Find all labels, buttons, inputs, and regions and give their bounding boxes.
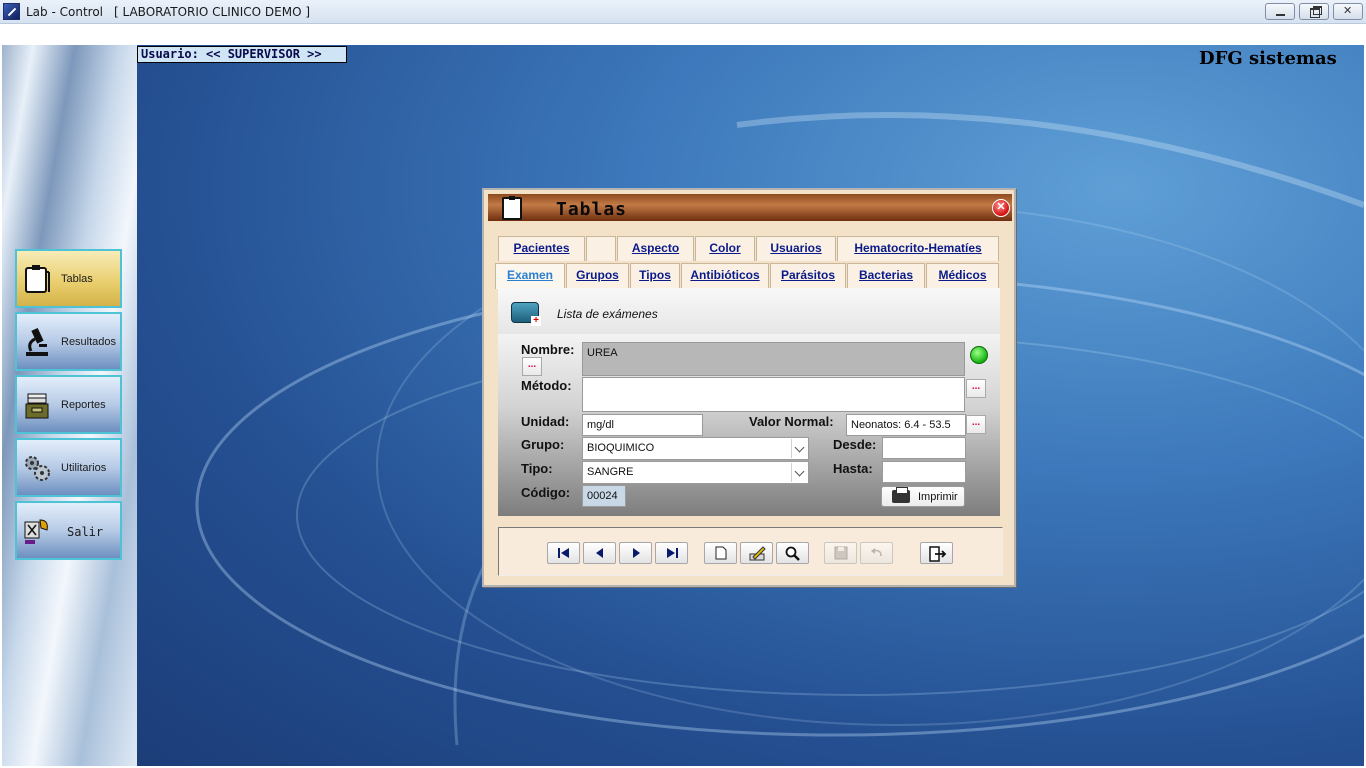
metodo-label: Método: — [521, 378, 572, 393]
printer-icon — [892, 487, 910, 503]
valor-normal-dots-button[interactable]: ... — [966, 415, 986, 434]
sidebar-item-label: Reportes — [61, 399, 106, 411]
print-label: Imprimir — [918, 491, 958, 503]
new-document-icon — [715, 546, 727, 560]
search-button[interactable] — [776, 542, 809, 564]
clipboard-icon — [502, 196, 522, 220]
microscope-icon — [26, 327, 48, 356]
exit-door-icon — [929, 546, 947, 562]
sidebar-item-label: Tablas — [61, 273, 93, 285]
previous-icon — [596, 548, 603, 558]
metodo-dots-button[interactable]: ... — [966, 379, 986, 398]
sidebar-item-label: Resultados — [61, 336, 117, 348]
codigo-field: 00024 — [582, 485, 626, 507]
gears-icon — [25, 456, 50, 481]
dialog-header: Tablas ✕ — [488, 194, 1012, 221]
new-record-button[interactable] — [704, 542, 737, 564]
tab-antibioticos[interactable]: Antibióticos — [681, 263, 769, 288]
navigation-toolbar — [498, 527, 1003, 576]
save-button[interactable] — [824, 542, 857, 564]
metodo-field[interactable] — [582, 377, 965, 412]
desde-field[interactable] — [882, 437, 966, 459]
sidebar-item-label: Salir — [67, 525, 104, 539]
tablas-dialog: Tablas ✕ Pacientes Aspecto Color Usuario… — [482, 188, 1016, 587]
sidebar-item-label: Utilitarios — [61, 462, 107, 474]
hasta-label: Hasta: — [833, 461, 873, 476]
codigo-label: Código: — [521, 485, 571, 500]
tipo-select[interactable]: SANGRE — [582, 461, 809, 484]
window-title: Lab - Control — [26, 5, 103, 19]
tab-aspecto[interactable]: Aspecto — [617, 236, 694, 261]
tab-hematocrito-hematies[interactable]: Hematocrito-Hematíes — [837, 236, 999, 261]
sidebar-item-utilitarios[interactable]: Utilitarios — [15, 438, 122, 497]
medical-kit-icon — [511, 302, 541, 326]
hasta-field[interactable] — [882, 461, 966, 483]
grupo-label: Grupo: — [521, 437, 565, 452]
edit-pencil-icon — [749, 546, 766, 561]
unidad-field[interactable]: mg/dl — [582, 414, 703, 436]
valor-normal-field[interactable]: Neonatos: 6.4 - 53.5 — [846, 414, 966, 436]
grupo-select[interactable]: BIOQUIMICO — [582, 437, 809, 460]
undo-button[interactable] — [860, 542, 893, 564]
tab-bacterias[interactable]: Bacterias — [847, 263, 925, 288]
clipboard-icon — [25, 265, 50, 293]
nombre-dots-button[interactable]: ... — [522, 357, 542, 376]
desde-label: Desde: — [833, 437, 877, 452]
sidebar-item-resultados[interactable]: Resultados — [15, 312, 122, 371]
nombre-field[interactable]: UREA — [582, 342, 965, 376]
next-record-button[interactable] — [619, 542, 652, 564]
tab-pacientes[interactable]: Pacientes — [498, 236, 585, 261]
user-indicator: Usuario: << SUPERVISOR >> — [137, 46, 347, 63]
tipo-value: SANGRE — [587, 466, 634, 478]
tab-grupos[interactable]: Grupos — [566, 263, 629, 288]
dialog-title: Tablas — [556, 199, 628, 220]
sidebar-item-salir[interactable]: Salir — [15, 501, 122, 560]
chevron-down-icon[interactable] — [791, 463, 807, 482]
tipo-label: Tipo: — [521, 461, 553, 476]
nombre-label: Nombre: — [521, 342, 575, 357]
valor-normal-label: Valor Normal: — [749, 414, 834, 429]
window-title-bar: Lab - Control [ LABORATORIO CLINICO DEMO… — [0, 0, 1366, 24]
tab-tipos[interactable]: Tipos — [630, 263, 680, 288]
grupo-value: BIOQUIMICO — [587, 442, 655, 454]
tab-usuarios[interactable]: Usuarios — [756, 236, 836, 261]
status-green-icon[interactable] — [968, 344, 988, 364]
last-icon — [667, 548, 678, 558]
undo-icon — [871, 548, 882, 557]
exit-icon — [24, 519, 48, 544]
list-label: Lista de exámenes — [557, 307, 658, 321]
next-icon — [633, 548, 640, 558]
previous-record-button[interactable] — [583, 542, 616, 564]
tab-color[interactable]: Color — [695, 236, 755, 261]
edit-record-button[interactable] — [740, 542, 773, 564]
window-subtitle: [ LABORATORIO CLINICO DEMO ] — [114, 5, 311, 19]
tab-medicos[interactable]: Médicos — [926, 263, 999, 288]
search-icon — [785, 546, 800, 561]
minimize-button[interactable] — [1265, 3, 1295, 20]
restore-button[interactable] — [1299, 3, 1329, 20]
files-icon — [25, 393, 49, 419]
save-disk-icon — [834, 546, 848, 560]
sidebar-item-tablas[interactable]: Tablas — [15, 249, 122, 308]
tab-blank[interactable] — [586, 236, 616, 261]
brand-logo-text: DFG sistemas — [1199, 48, 1337, 69]
print-button[interactable]: Imprimir — [881, 486, 965, 507]
first-icon — [558, 548, 569, 558]
tab-parasitos[interactable]: Parásitos — [770, 263, 846, 288]
exit-dialog-button[interactable] — [920, 542, 953, 564]
close-window-button[interactable] — [1333, 3, 1363, 20]
first-record-button[interactable] — [547, 542, 580, 564]
close-dialog-button[interactable]: ✕ — [992, 199, 1010, 217]
unidad-label: Unidad: — [521, 414, 570, 429]
chevron-down-icon[interactable] — [791, 439, 807, 458]
sidebar: Tablas Resultados Reportes Utilitarios S… — [2, 45, 137, 766]
last-record-button[interactable] — [655, 542, 688, 564]
app-icon — [3, 3, 20, 20]
sidebar-item-reportes[interactable]: Reportes — [15, 375, 122, 434]
panel-header: Lista de exámenes — [498, 288, 1000, 334]
tab-examen[interactable]: Examen — [495, 263, 565, 289]
